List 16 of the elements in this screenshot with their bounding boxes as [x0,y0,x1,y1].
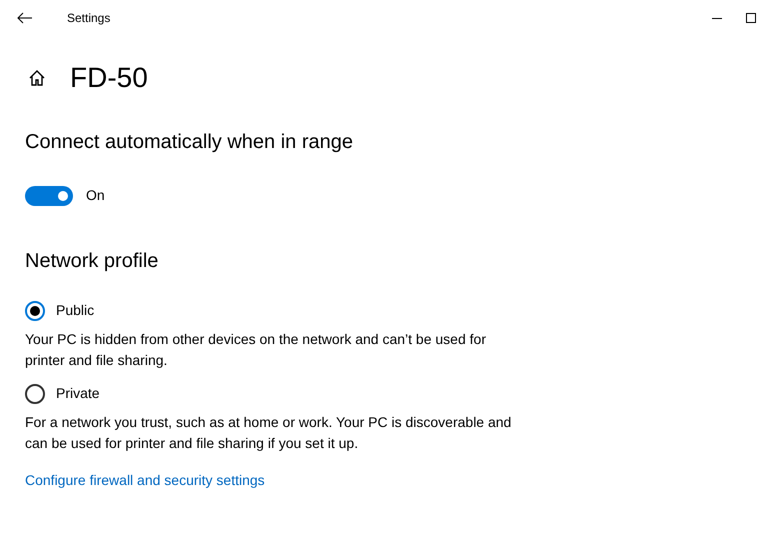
toggle-switch[interactable] [25,186,73,206]
option-description: Your PC is hidden from other devices on the network and can’t be used for printer and file sharing. [25,330,487,370]
home-icon[interactable] [28,69,46,87]
maximize-icon [746,13,756,23]
window-title: Settings [67,10,110,27]
section-heading: Network profile [25,249,160,274]
radio-button[interactable] [25,300,45,320]
option-description: For a network you trust, such as at home or work. Your PC is discoverable and can be used for printer and file sharing if you set it up. [25,413,512,453]
radio-button[interactable] [25,384,45,404]
page-title: FD-50 [70,64,148,92]
back-arrow-icon [17,12,33,24]
radio-label: Public [56,301,94,320]
firewall-settings-link[interactable]: Configure firewall and security settings [25,470,768,491]
toggle-state-label: On [86,186,105,205]
section-heading: Connect automatically when in range [25,130,354,155]
radio-label: Private [56,384,100,403]
